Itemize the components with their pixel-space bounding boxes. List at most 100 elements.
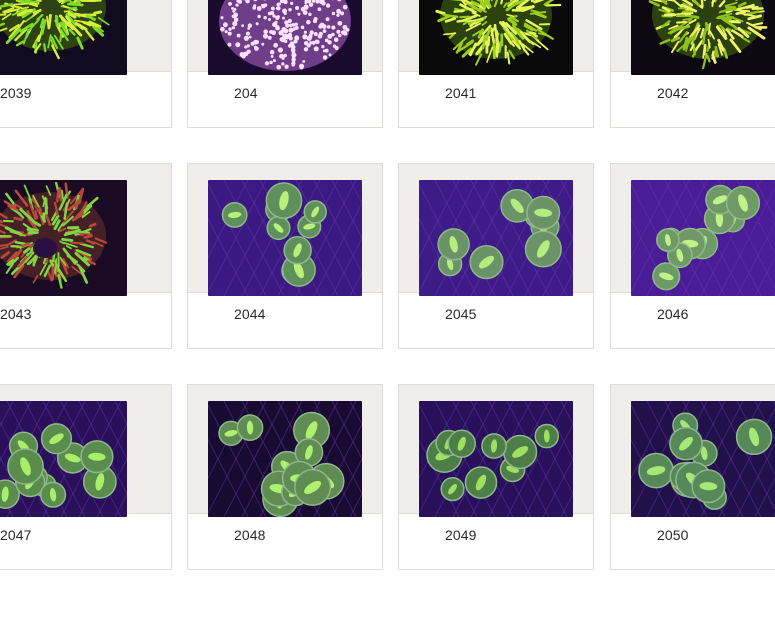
- coral-photo[interactable]: [631, 401, 775, 517]
- coral-photo[interactable]: [631, 0, 775, 75]
- product-card[interactable]: 2049: [398, 384, 594, 570]
- polyp-tip: [239, 51, 245, 58]
- tentacle: [700, 0, 704, 8]
- product-number-label[interactable]: 2043: [0, 306, 32, 322]
- polyp-tip: [245, 31, 250, 36]
- coral-photo[interactable]: [419, 180, 573, 296]
- polyp-tip: [227, 42, 232, 47]
- polyp-tip: [334, 45, 339, 51]
- product-number-label[interactable]: 2047: [0, 527, 32, 543]
- product-card[interactable]: 2041: [398, 0, 594, 128]
- polyp-tip: [284, 64, 289, 69]
- polyp-tip: [325, 3, 331, 8]
- tentacle: [495, 29, 500, 46]
- coral-polyp: [725, 185, 761, 221]
- polyp-tip: [303, 4, 309, 10]
- product-card[interactable]: 2046: [610, 163, 775, 349]
- tentacle: [44, 197, 48, 215]
- polyp-tip: [246, 49, 251, 54]
- coral-photo[interactable]: [419, 401, 573, 517]
- tentacle: [701, 32, 706, 45]
- tentacle: [459, 15, 471, 19]
- coral-polyp: [437, 228, 470, 261]
- polyp-tip: [293, 39, 298, 44]
- polyp-tip: [315, 39, 320, 45]
- polyp-tip: [276, 2, 280, 7]
- polyp-tip: [308, 2, 314, 7]
- polyp-tip: [318, 31, 323, 36]
- tentacle: [14, 240, 27, 246]
- polyp-tip: [269, 49, 275, 55]
- polyp-tip: [263, 15, 267, 20]
- polyp-tip: [220, 16, 224, 20]
- tentacle: [70, 241, 84, 245]
- product-card[interactable]: 2044: [187, 163, 383, 349]
- product-number-label[interactable]: 2046: [657, 306, 689, 322]
- polyp-tip: [288, 7, 292, 12]
- coral-photo-image: [208, 180, 362, 296]
- polyp-tip: [264, 61, 270, 66]
- polyp-tip: [243, 35, 249, 41]
- product-card[interactable]: 2050: [610, 384, 775, 570]
- tentacle: [68, 6, 78, 10]
- product-number-label[interactable]: 2050: [657, 527, 689, 543]
- polyp-tip: [267, 35, 272, 40]
- polyp-tip: [312, 19, 317, 24]
- product-number-label[interactable]: 2045: [445, 306, 477, 322]
- product-number-label[interactable]: 2042: [657, 85, 689, 101]
- product-card[interactable]: 2045: [398, 163, 594, 349]
- polyp-tip: [272, 59, 276, 63]
- product-card[interactable]: 2047: [0, 384, 172, 570]
- polyp-tip: [235, 42, 241, 48]
- tentacle: [54, 258, 58, 275]
- coral-photo-image: [631, 401, 775, 517]
- polyp-tip: [253, 45, 257, 49]
- product-number-label[interactable]: 2049: [445, 527, 477, 543]
- tentacle: [495, 42, 500, 58]
- coral-photo[interactable]: [0, 401, 127, 517]
- product-card[interactable]: 204: [187, 0, 383, 128]
- tentacle: [13, 216, 23, 222]
- coral-polyp: [80, 440, 114, 474]
- tentacle: [54, 14, 59, 25]
- tentacle: [702, 44, 707, 56]
- product-card[interactable]: 2039: [0, 0, 172, 128]
- tentacle: [528, 31, 537, 35]
- tentacle: [56, 189, 60, 203]
- polyp-tip: [224, 30, 228, 34]
- polyp-tip: [282, 33, 286, 37]
- coral-photo[interactable]: [208, 0, 362, 75]
- product-number-label[interactable]: 2041: [445, 85, 477, 101]
- coral-mouth: [33, 238, 57, 258]
- polyp-tip: [292, 27, 296, 31]
- product-number-label[interactable]: 204: [234, 85, 258, 101]
- product-card[interactable]: 2048: [187, 384, 383, 570]
- polyp-tip: [322, 29, 327, 34]
- coral-photo[interactable]: [208, 180, 362, 296]
- product-number-label[interactable]: 2048: [234, 527, 266, 543]
- polyp-tip: [302, 59, 306, 63]
- polyp-tip: [228, 27, 232, 31]
- product-card[interactable]: 2042: [610, 0, 775, 128]
- product-number-label[interactable]: 2044: [234, 306, 266, 322]
- coral-photo[interactable]: [631, 180, 775, 296]
- coral-gallery-grid: 2039 204 2041 2042 2043 2044 2045 2046 2047 2048 2…: [0, 0, 775, 625]
- polyp-tip: [297, 12, 301, 16]
- coral-photo[interactable]: [0, 0, 127, 75]
- product-card[interactable]: 2043: [0, 163, 172, 349]
- polyp-tip: [276, 6, 281, 11]
- coral-polyp: [638, 452, 674, 489]
- polyp-tip: [250, 41, 255, 46]
- polyp-tip: [308, 12, 312, 17]
- tentacle: [59, 32, 63, 43]
- tentacle: [453, 9, 465, 13]
- product-number-label[interactable]: 2039: [0, 85, 32, 101]
- polyp-tip: [232, 21, 238, 27]
- polyp-tip: [275, 15, 280, 20]
- polyp-tip: [294, 22, 298, 26]
- tentacle: [676, 20, 687, 24]
- polyp-tip: [281, 62, 285, 66]
- coral-photo[interactable]: [208, 401, 362, 517]
- coral-photo[interactable]: [0, 180, 127, 296]
- coral-photo[interactable]: [419, 0, 573, 75]
